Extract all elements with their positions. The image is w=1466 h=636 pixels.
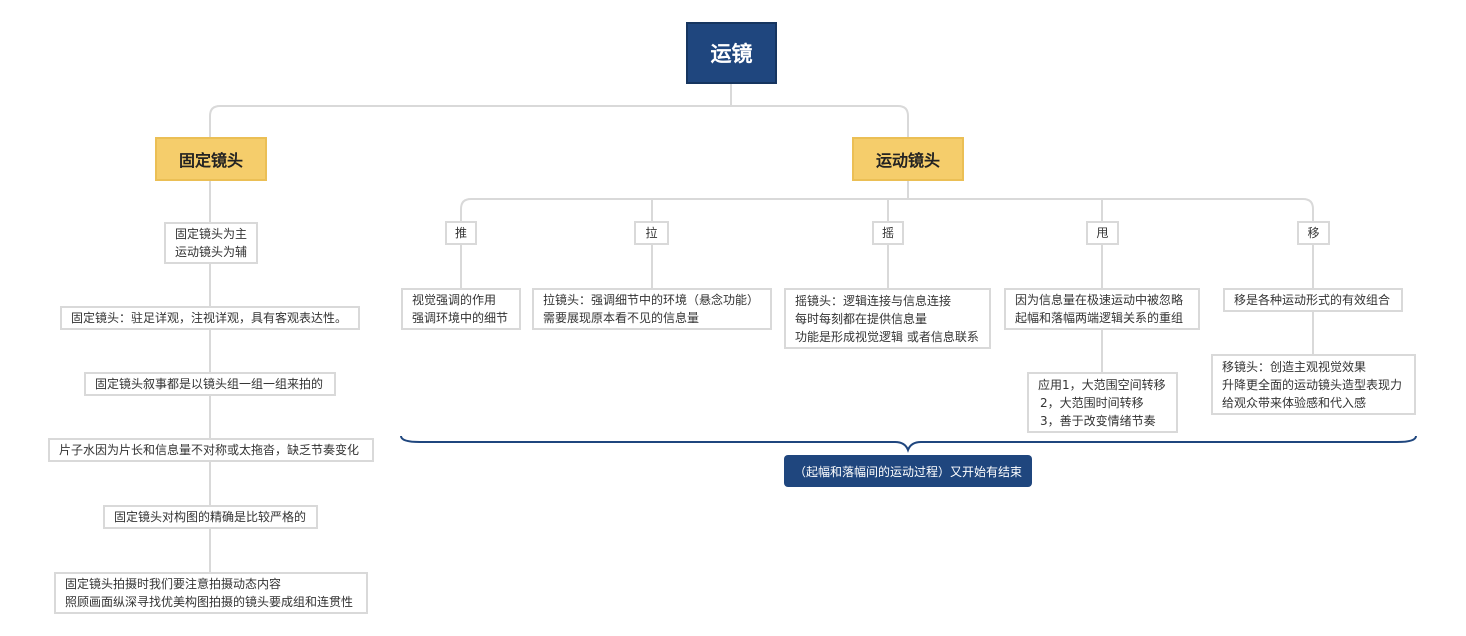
node-text-line: 功能是形成视觉逻辑 或者信息联系	[795, 329, 979, 344]
track-effect-node[interactable]: 移镜头：创造主观视觉效果 升降更全面的运动镜头造型表现力 给观众带来体验感和代入…	[1211, 354, 1416, 415]
node-text-line: 照顾画面纵深寻找优美构图拍摄的镜头要成组和连贯性	[65, 595, 354, 609]
node-text-line: 3，善于改变情绪节奏	[1040, 413, 1156, 428]
node-text-line: 固定镜头叙事都是以镜头组一组一组来拍的	[95, 377, 324, 391]
summary-node[interactable]: （起幅和落幅间的运动过程）又开始有结束	[784, 455, 1032, 487]
node-text-line: 运动镜头为辅	[175, 245, 248, 259]
node-text-line: 起幅和落幅两端逻辑关系的重组	[1015, 311, 1184, 325]
root-label: 运镜	[710, 42, 753, 66]
node-text-line: 移镜头：创造主观视觉效果	[1222, 359, 1367, 374]
node-text-line: 升降更全面的运动镜头造型表现力	[1222, 377, 1403, 392]
node-text-line: 需要展现原本看不见的信息量	[543, 311, 700, 325]
node-text-line: 摇镜头：逻辑连接与信息连接	[795, 293, 952, 308]
node-text-line: 每时每刻都在提供信息量	[795, 311, 928, 326]
node-text-line: 移是各种运动形式的有效组合	[1234, 293, 1391, 307]
branch-label: 推	[455, 226, 468, 240]
branch-label: 移	[1307, 226, 1320, 240]
node-text-line: 因为信息量在极速运动中被忽略	[1015, 293, 1184, 307]
moving-shot-label: 运动镜头	[875, 151, 940, 170]
node-text-line: 固定镜头为主	[175, 227, 248, 241]
track-desc-node[interactable]: 移是各种运动形式的有效组合	[1223, 288, 1403, 312]
whip-usage-node[interactable]: 应用1，大范围空间转移 2，大范围时间转移 3，善于改变情绪节奏	[1027, 372, 1178, 433]
fixed-note-node[interactable]: 固定镜头拍摄时我们要注意拍摄动态内容 照顾画面纵深寻找优美构图拍摄的镜头要成组和…	[54, 572, 368, 614]
node-text-line: 2，大范围时间转移	[1040, 395, 1144, 410]
branch-label: 拉	[645, 226, 658, 240]
fixed-shot-node[interactable]: 固定镜头	[155, 137, 267, 181]
node-text-line: 固定镜头：驻足详观，注视详观，具有客观表达性。	[71, 311, 348, 325]
fixed-note-node[interactable]: 固定镜头：驻足详观，注视详观，具有客观表达性。	[60, 306, 360, 330]
node-text-line: 拉镜头：强调细节中的环境（悬念功能）	[543, 293, 760, 307]
branch-pull-node[interactable]: 拉	[634, 221, 669, 245]
branch-track-node[interactable]: 移	[1297, 221, 1330, 245]
moving-shot-node[interactable]: 运动镜头	[852, 137, 964, 181]
fixed-note-node[interactable]: 固定镜头叙事都是以镜头组一组一组来拍的	[84, 372, 336, 396]
root-node[interactable]: 运镜	[686, 22, 777, 84]
summary-brace	[400, 435, 1417, 453]
branch-label: 摇	[882, 226, 895, 240]
node-text-line: 固定镜头拍摄时我们要注意拍摄动态内容	[65, 577, 282, 591]
push-desc-node[interactable]: 视觉强调的作用 强调环境中的细节	[401, 288, 521, 330]
summary-label: （起幅和落幅间的运动过程）又开始有结束	[793, 464, 1022, 479]
branch-pan-node[interactable]: 摇	[872, 221, 904, 245]
node-text-line: 给观众带来体验感和代入感	[1222, 395, 1367, 410]
pull-desc-node[interactable]: 拉镜头：强调细节中的环境（悬念功能） 需要展现原本看不见的信息量	[532, 288, 772, 330]
fixed-note-node[interactable]: 片子水因为片长和信息量不对称或太拖沓，缺乏节奏变化	[48, 438, 374, 462]
fixed-note-node[interactable]: 固定镜头对构图的精确是比较严格的	[103, 505, 318, 529]
fixed-note-node[interactable]: 固定镜头为主 运动镜头为辅	[164, 222, 258, 264]
branch-push-node[interactable]: 推	[445, 221, 477, 245]
whip-desc-node[interactable]: 因为信息量在极速运动中被忽略 起幅和落幅两端逻辑关系的重组	[1004, 288, 1200, 330]
node-text-line: 片子水因为片长和信息量不对称或太拖沓，缺乏节奏变化	[59, 443, 360, 457]
node-text-line: 强调环境中的细节	[412, 311, 509, 325]
branch-whip-node[interactable]: 甩	[1086, 221, 1119, 245]
node-text-line: 视觉强调的作用	[412, 293, 497, 307]
node-text-line: 应用1，大范围空间转移	[1038, 377, 1166, 392]
branch-label: 甩	[1096, 226, 1109, 240]
node-text-line: 固定镜头对构图的精确是比较严格的	[114, 510, 307, 524]
fixed-shot-label: 固定镜头	[178, 151, 243, 170]
pan-desc-node[interactable]: 摇镜头：逻辑连接与信息连接 每时每刻都在提供信息量 功能是形成视觉逻辑 或者信息…	[784, 288, 991, 349]
